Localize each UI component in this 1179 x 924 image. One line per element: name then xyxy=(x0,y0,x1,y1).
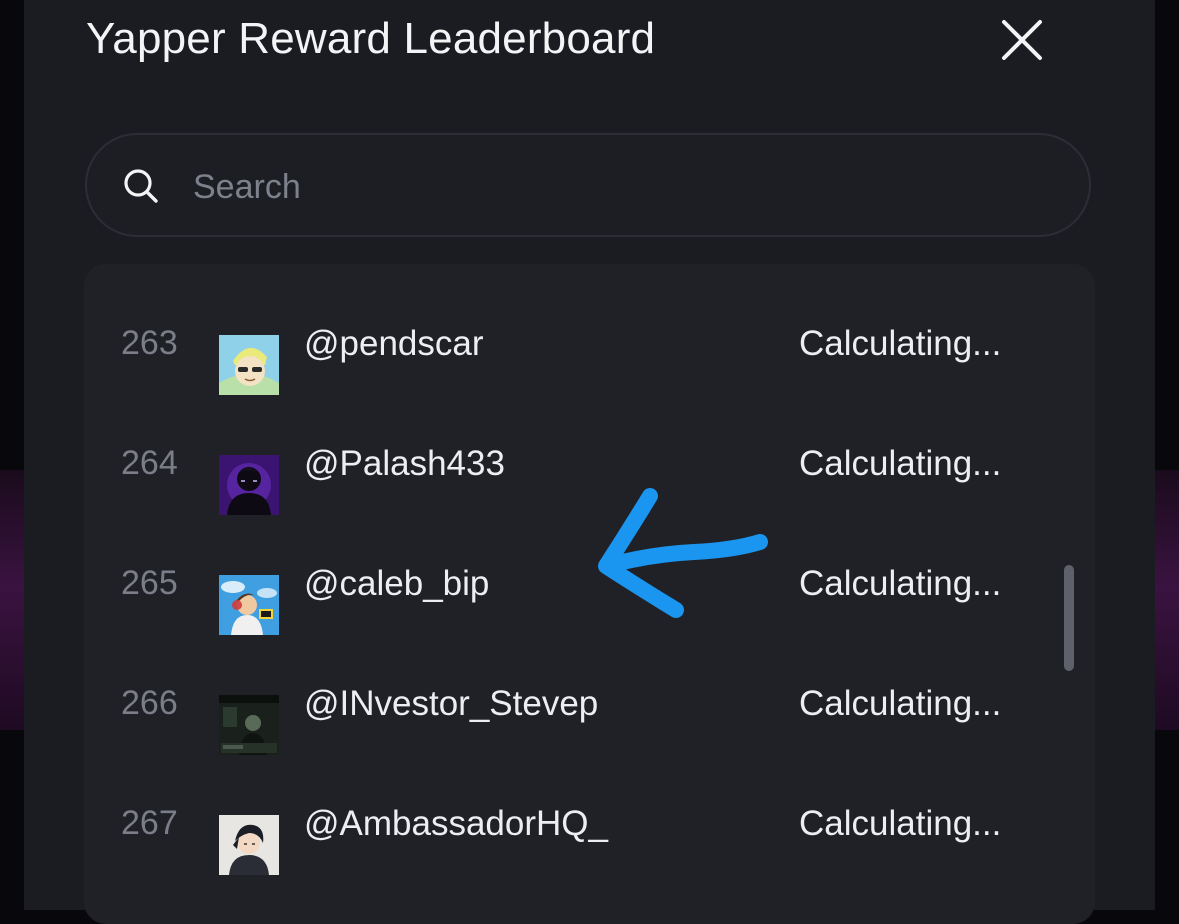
avatar[interactable] xyxy=(219,815,279,875)
modal-title: Yapper Reward Leaderboard xyxy=(86,14,656,63)
avatar[interactable] xyxy=(219,695,279,755)
user-handle[interactable]: @caleb_bip xyxy=(304,564,489,604)
user-handle[interactable]: @pendscar xyxy=(304,324,484,364)
leaderboard-modal: Yapper Reward Leaderboard 263 xyxy=(24,0,1155,924)
user-handle[interactable]: @AmbassadorHQ_ xyxy=(304,804,608,844)
annotation-arrow-icon xyxy=(598,488,768,618)
leaderboard-row[interactable]: 263 @pendscar Calculating... xyxy=(84,284,1095,404)
leaderboard-row[interactable]: 266 @INvestor_Stevep Calculating... xyxy=(84,644,1095,764)
rank-number: 266 xyxy=(121,684,178,722)
background-glow-right xyxy=(1154,470,1179,730)
avatar[interactable] xyxy=(219,575,279,635)
reward-status: Calculating... xyxy=(799,324,1002,363)
scrollbar-thumb[interactable] xyxy=(1064,565,1074,671)
user-handle[interactable]: @Palash433 xyxy=(304,444,505,484)
avatar[interactable] xyxy=(219,335,279,395)
avatar[interactable] xyxy=(219,455,279,515)
rank-number: 263 xyxy=(121,324,178,362)
rank-number: 265 xyxy=(121,564,178,602)
close-icon xyxy=(1002,20,1042,60)
search-input[interactable] xyxy=(191,157,1065,217)
close-button[interactable] xyxy=(998,16,1046,64)
rank-number: 264 xyxy=(121,444,178,482)
user-handle[interactable]: @INvestor_Stevep xyxy=(304,684,598,724)
rank-number: 267 xyxy=(121,804,178,842)
reward-status: Calculating... xyxy=(799,804,1002,843)
reward-status: Calculating... xyxy=(799,444,1002,483)
reward-status: Calculating... xyxy=(799,684,1002,723)
reward-status: Calculating... xyxy=(799,564,1002,603)
search-bar[interactable] xyxy=(85,133,1091,237)
leaderboard-row[interactable]: 267 @AmbassadorHQ_ Calculating... xyxy=(84,764,1095,884)
background-glow-left xyxy=(0,470,26,730)
search-icon xyxy=(124,169,158,203)
